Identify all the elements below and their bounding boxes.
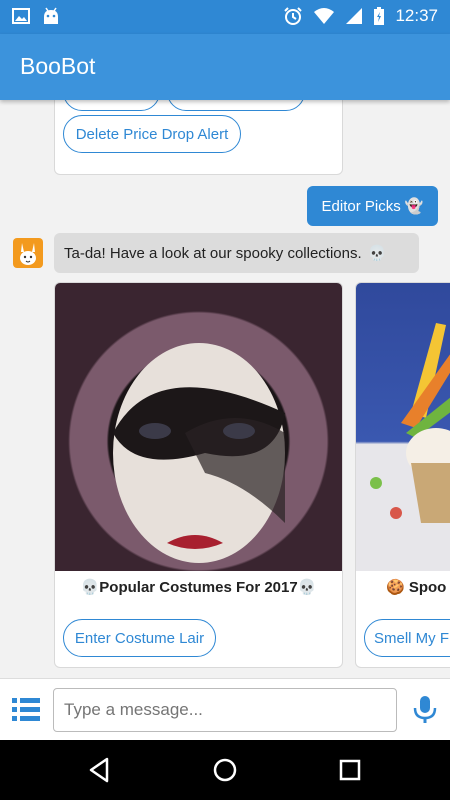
bot-message-text: Ta-da! Have a look at our spooky collect…	[64, 244, 362, 262]
wifi-icon	[314, 8, 335, 24]
card-image-cupcake	[356, 283, 450, 571]
skull-emoji: 💀	[367, 245, 387, 262]
mic-icon[interactable]	[412, 695, 438, 725]
delete-price-drop-alert-button[interactable]: Delete Price Drop Alert	[63, 115, 241, 153]
bunny-icon	[20, 243, 36, 265]
app-title: BooBot	[20, 53, 96, 79]
user-message-bubble: Editor Picks 👻	[307, 186, 438, 226]
signal-icon	[346, 8, 363, 24]
card-image-mask	[55, 283, 342, 571]
cupcake-illustration	[370, 323, 450, 523]
option-button[interactable]	[167, 100, 305, 111]
recents-icon[interactable]	[339, 757, 361, 783]
card-title: 🍪 Spoo	[386, 579, 447, 596]
bot-message-bubble: Ta-da! Have a look at our spooky collect…	[54, 233, 419, 273]
menu-list-icon[interactable]	[12, 697, 40, 723]
clock: 12:37	[395, 6, 438, 25]
chat-area[interactable]: Delete Price Drop Alert Editor Picks 👻 T…	[0, 100, 450, 678]
status-bar: 12:37	[0, 0, 450, 34]
alarm-icon	[284, 7, 303, 25]
android-icon	[44, 7, 58, 24]
card-title: 💀Popular Costumes For 2017💀	[80, 579, 317, 596]
system-nav-bar	[0, 740, 450, 800]
previous-options-card: Delete Price Drop Alert	[54, 100, 343, 175]
carousel-card: 💀Popular Costumes For 2017💀 Enter Costum…	[54, 282, 343, 668]
app-bar: BooBot	[0, 34, 450, 100]
back-icon[interactable]	[87, 757, 111, 783]
user-message-text: Editor Picks	[321, 197, 401, 215]
enter-costume-lair-button[interactable]: Enter Costume Lair	[63, 619, 216, 657]
mask-illustration	[113, 343, 285, 563]
home-icon[interactable]	[212, 757, 238, 783]
battery-icon	[374, 7, 385, 25]
composer-bar	[0, 678, 450, 740]
bot-avatar	[13, 238, 43, 268]
image-icon	[12, 8, 30, 24]
smell-my-button[interactable]: Smell My F	[364, 619, 450, 657]
carousel-card: 🍪 Spoo Smell My F	[355, 282, 450, 668]
option-button[interactable]	[63, 100, 160, 111]
ghost-emoji: 👻	[404, 198, 424, 215]
message-input[interactable]	[53, 688, 397, 732]
